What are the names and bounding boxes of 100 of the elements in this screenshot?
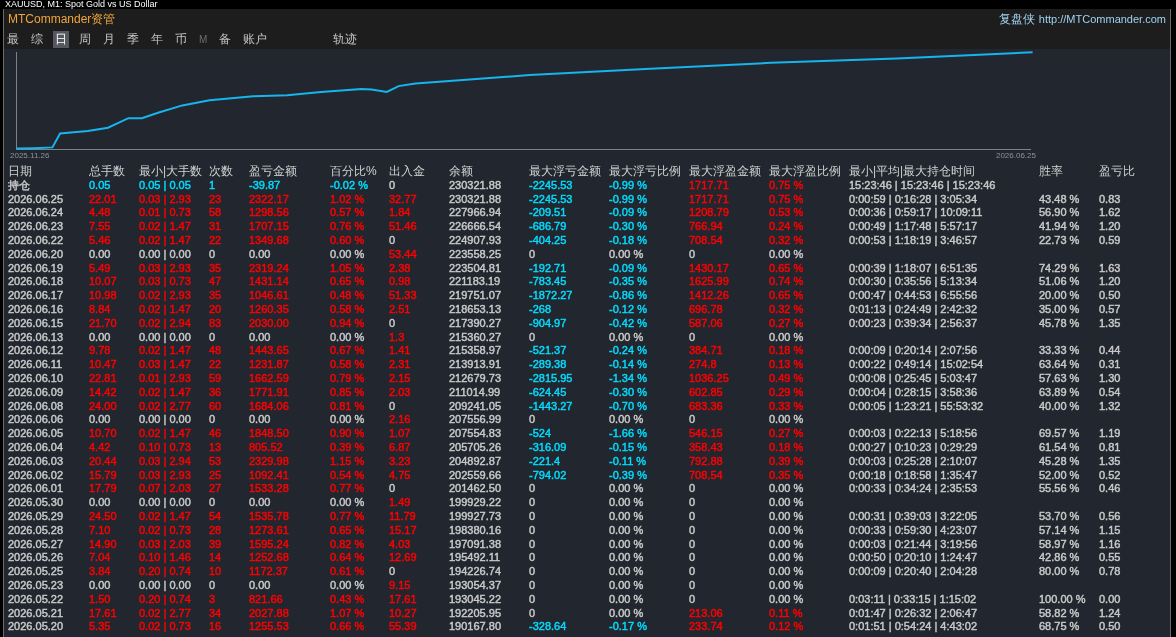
table-cell: 0.52 — [1099, 468, 1121, 483]
table-cell: 2.16 — [389, 413, 411, 428]
table-cell: 0:00:53 | 1:18:19 | 3:46:57 — [849, 234, 978, 248]
table-cell: 0.57 — [1099, 302, 1121, 317]
table-cell: 230321.88 — [449, 192, 501, 207]
table-cell: 0.18 % — [769, 344, 804, 359]
table-cell: 211014.99 — [449, 385, 501, 400]
table-cell: 226666.54 — [449, 220, 501, 234]
table-cell: 207554.83 — [449, 427, 501, 441]
table-cell: 0.98 — [389, 275, 411, 290]
table-cell: 2026.06.08 — [8, 399, 64, 414]
table-cell: 0.00 % — [769, 523, 804, 538]
table-cell: 2026.05.27 — [8, 537, 64, 552]
tab[interactable]: 周 — [77, 30, 93, 48]
table-cell: 0.05 | 0.05 — [139, 178, 191, 193]
table-cell: 1535.78 — [249, 509, 289, 524]
table-cell: 0.49 % — [769, 371, 804, 386]
table-cell: 0.58 % — [330, 302, 365, 317]
table-cell: -624.45 — [529, 385, 567, 400]
table-cell: 0.00 % — [769, 330, 804, 345]
table-cell: -0.09 % — [609, 206, 647, 221]
table-cell: 0.20 | 0.74 — [139, 592, 191, 607]
table-cell: 0.00 — [249, 496, 271, 510]
table-cell: 0.00 % — [330, 330, 365, 345]
table-cell: 2026.06.13 — [8, 330, 64, 345]
table-cell: 2026.06.16 — [8, 302, 64, 317]
tab[interactable]: 轨迹 — [331, 30, 360, 48]
table-cell: 0.00 % — [769, 592, 804, 607]
table-cell: 0.00 % — [609, 578, 644, 593]
table-cell: 0 — [689, 523, 696, 538]
table-cell: 59 — [209, 371, 222, 386]
table-cell: 0.00 — [1099, 592, 1121, 607]
table-cell: 193054.37 — [449, 578, 501, 593]
table-cell: 22.73 % — [1039, 234, 1080, 248]
table-cell: 2026.06.03 — [8, 454, 64, 469]
table-cell: 61.54 % — [1039, 440, 1080, 455]
table-cell: 1707.15 — [249, 220, 289, 234]
table-cell: 0.32 % — [769, 234, 804, 248]
table-cell: 0 — [389, 316, 396, 331]
brand-label: 复盘侠 — [998, 12, 1035, 26]
table-cell: 212679.73 — [449, 371, 501, 386]
table-cell: 22.81 — [89, 371, 117, 386]
table-cell: 358.43 — [689, 440, 723, 455]
table-cell: 0.79 % — [330, 371, 365, 386]
table-cell: 0.12 % — [769, 620, 804, 635]
table-cell: 2026.06.20 — [8, 247, 64, 262]
table-cell: 22 — [209, 234, 222, 248]
table-cell: 51.46 — [389, 220, 417, 234]
table-cell: 0:01:13 | 0:24:49 | 2:42:32 — [849, 302, 978, 317]
tab[interactable]: 账户 — [241, 30, 270, 48]
table-cell: 60 — [209, 399, 222, 414]
table-cell: 28 — [209, 523, 222, 538]
table-cell: 2030.00 — [249, 316, 289, 331]
table-cell: 10.47 — [89, 358, 117, 372]
table-cell: 2026.06.22 — [8, 234, 64, 248]
table-cell: 0.00 % — [609, 537, 644, 552]
table-cell: 10.98 — [89, 289, 117, 303]
tab[interactable]: 季 — [125, 30, 141, 48]
tab[interactable]: 最 — [5, 30, 21, 48]
table-cell: 0.75 % — [769, 192, 804, 207]
table-cell: 0.39 % — [330, 440, 365, 455]
table-cell: 0.01 | 0.73 — [139, 206, 191, 221]
table-cell: -0.99 % — [609, 178, 647, 193]
table-cell: 20.44 — [89, 454, 117, 469]
table-cell: 0.13 % — [769, 358, 804, 372]
table-cell: 215358.97 — [449, 344, 501, 359]
website-link[interactable]: http://MTCommander.com — [1038, 12, 1166, 26]
table-cell: 1252.68 — [249, 551, 289, 566]
table-cell: 587.06 — [689, 316, 723, 331]
table-cell: 0 — [209, 330, 216, 345]
table-cell: 2026.05.25 — [8, 565, 64, 579]
column-header: 最大浮亏金额 — [529, 165, 601, 179]
table-cell: 0.00 % — [769, 496, 804, 510]
table-cell: 0.00 | 0.00 — [139, 496, 191, 510]
table-cell: 0 — [529, 565, 536, 579]
table-cell: 0:00:03 | 0:22:13 | 5:18:56 — [849, 427, 978, 441]
table-cell: 0 — [529, 413, 536, 428]
table-cell: 0.00 % — [609, 509, 644, 524]
table-cell: 0 — [529, 606, 536, 621]
table-cell: 0.00 % — [609, 551, 644, 566]
tab[interactable]: 年 — [149, 30, 165, 48]
table-cell: 0.00 % — [769, 247, 804, 262]
table-cell: 1298.56 — [249, 206, 289, 221]
table-cell: 13 — [209, 440, 222, 455]
tab[interactable]: 月 — [101, 30, 117, 48]
table-cell: 0.77 % — [330, 509, 365, 524]
table-cell: 0.64 % — [330, 551, 365, 566]
tab[interactable]: 综 — [29, 30, 45, 48]
tab[interactable]: 备 — [217, 30, 234, 48]
table-cell: 0:00:33 | 0:59:30 | 4:23:07 — [849, 523, 978, 538]
table-cell: 192205.95 — [449, 606, 501, 621]
tab[interactable]: 币 — [173, 30, 189, 48]
table-cell: 63.89 % — [1039, 385, 1080, 400]
table-cell: 1.19 — [1099, 427, 1121, 441]
table-cell: 0:00:08 | 0:25:45 | 5:03:47 — [849, 371, 978, 386]
table-cell: 0.00 — [89, 330, 111, 345]
table-cell: -2245.53 — [529, 192, 573, 207]
tab[interactable]: 日 — [53, 30, 69, 48]
table-cell: 2026.06.25 — [8, 192, 64, 207]
table-cell: -0.86 % — [609, 289, 647, 303]
